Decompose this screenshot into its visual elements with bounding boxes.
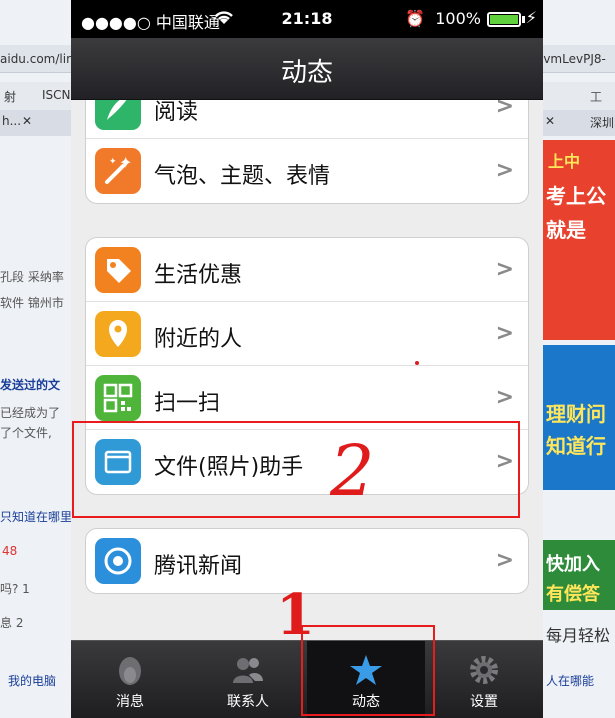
chevron-right-icon: > xyxy=(495,548,514,573)
tag-icon xyxy=(95,247,141,293)
alarm-icon: ⏰ xyxy=(405,9,425,28)
menu-item-label: 气泡、主题、表情 xyxy=(154,164,331,189)
ad-text: 上中 xyxy=(548,152,581,171)
menu-item-label: 附近的人 xyxy=(154,327,243,352)
annotation-box-file-assistant xyxy=(72,421,520,518)
nav-bar: 动态 xyxy=(71,38,543,100)
bg-text: 吗? 1 xyxy=(0,582,30,596)
annotation-number-2: 2 xyxy=(330,430,375,512)
menu-item-bubble-theme-emoji[interactable]: ✦ ✦ 气泡、主题、表情 > xyxy=(86,139,528,203)
menu-list[interactable]: 阅读 > ✦ ✦ 气泡、主题、表情 > 生活优惠 > 附近的人 > 扫一扫 > … xyxy=(71,100,543,640)
contacts-icon xyxy=(229,651,267,689)
ad-text: 有偿答 xyxy=(546,584,600,605)
url-text-left: aidu.com/lin xyxy=(0,52,74,66)
qr-code-icon xyxy=(95,375,141,421)
news-icon xyxy=(95,538,141,584)
location-pin-icon xyxy=(95,311,141,357)
menu-group: 阅读 > ✦ ✦ 气泡、主题、表情 > xyxy=(85,100,529,204)
browser-tab[interactable]: h... xyxy=(2,114,21,128)
bg-text: 48 xyxy=(2,544,18,558)
gear-icon xyxy=(465,651,503,689)
chevron-right-icon: > xyxy=(495,257,514,282)
annotation-box-moments-tab xyxy=(301,625,435,716)
ad-text: 快加入 xyxy=(546,554,600,575)
annotation-dot xyxy=(415,361,419,365)
chevron-right-icon: > xyxy=(495,158,514,183)
bg-text: 息 2 xyxy=(0,616,24,630)
bg-text: 已经成为了 xyxy=(0,406,61,420)
menu-item-life-deals[interactable]: 生活优惠 > xyxy=(86,238,528,302)
feather-icon xyxy=(95,100,141,130)
svg-text:✦: ✦ xyxy=(119,153,132,172)
chevron-right-icon: > xyxy=(495,385,514,410)
annotation-number-1: 1 xyxy=(276,582,315,648)
menu-item-label: 腾讯新闻 xyxy=(154,554,243,579)
bg-text: 孔段 采纳率 xyxy=(0,270,64,284)
tab-messages[interactable]: 消息 xyxy=(71,641,189,718)
bookmark-item[interactable]: 射 xyxy=(4,88,16,105)
battery-percentage: 100% xyxy=(435,9,481,28)
penguin-icon xyxy=(111,651,149,689)
tab-settings[interactable]: 设置 xyxy=(425,641,543,718)
chevron-right-icon: > xyxy=(495,100,514,119)
menu-item-label: 扫一扫 xyxy=(154,391,221,416)
browser-tab[interactable]: 深圳 xyxy=(590,114,614,131)
bg-text[interactable]: 发送过的文 xyxy=(0,376,60,393)
tab-contacts[interactable]: 联系人 xyxy=(189,641,307,718)
bg-text[interactable]: 只知道在哪里 xyxy=(0,508,72,525)
bookmark-item[interactable]: 工 xyxy=(590,88,602,105)
ad-text: 就是 xyxy=(546,218,586,242)
ad-text: 每月轻松 xyxy=(546,626,611,645)
tab-label: 设置 xyxy=(470,694,498,710)
close-icon[interactable]: ✕ xyxy=(545,114,555,128)
page-title: 动态 xyxy=(280,58,333,88)
bg-text: 了个文件, xyxy=(0,426,52,440)
tab-label: 联系人 xyxy=(227,694,269,710)
menu-item-label: 阅读 xyxy=(154,100,199,125)
charging-icon: ⚡ xyxy=(525,8,537,27)
url-text-right: lvmLevPJ8- xyxy=(540,52,606,66)
menu-item-people-nearby[interactable]: 附近的人 > xyxy=(86,302,528,366)
ad-text: 知道行 xyxy=(546,434,606,458)
status-bar: ●●●●○ 中国联通 21:18 ⏰ 100% ⚡ xyxy=(71,0,543,38)
bg-text[interactable]: 人在哪能 xyxy=(546,672,594,689)
menu-item-label: 生活优惠 xyxy=(154,263,243,288)
chevron-right-icon: > xyxy=(495,321,514,346)
tab-label: 消息 xyxy=(116,694,144,710)
bookmark-item[interactable]: ISCN xyxy=(42,88,71,102)
magic-wand-icon: ✦ ✦ xyxy=(95,148,141,194)
close-icon[interactable]: ✕ xyxy=(22,114,32,128)
battery-icon xyxy=(487,12,521,27)
bg-text: 软件 锦州市 xyxy=(0,296,64,310)
battery-tip xyxy=(522,16,525,23)
svg-text:✦: ✦ xyxy=(109,157,117,167)
ad-text: 考上公 xyxy=(546,184,606,208)
bg-text[interactable]: 我的电脑 xyxy=(8,672,56,689)
ad-text: 理财问 xyxy=(546,402,606,426)
menu-item-reading[interactable]: 阅读 > xyxy=(86,100,528,139)
